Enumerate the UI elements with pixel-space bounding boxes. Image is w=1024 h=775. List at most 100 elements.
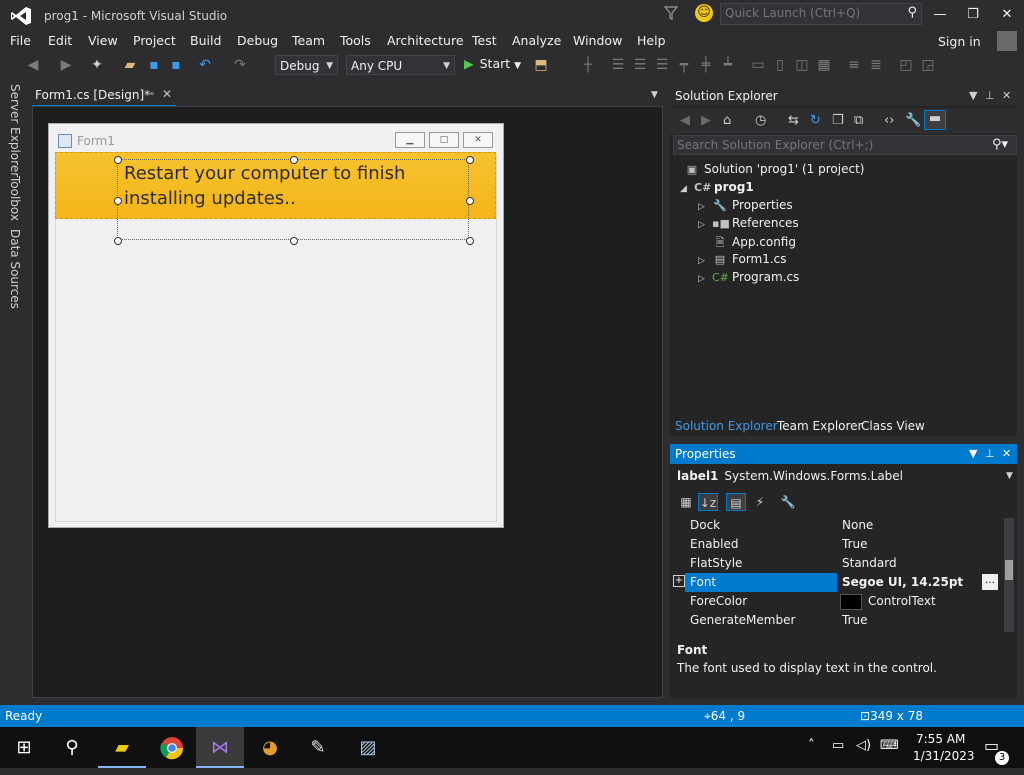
app-window-icon[interactable]: ▨ xyxy=(344,727,392,768)
property-pages-icon[interactable]: 🔧 xyxy=(778,493,798,511)
resize-handle-e[interactable] xyxy=(466,197,474,205)
property-row-enabled[interactable]: Enabled True xyxy=(670,535,1000,554)
align-lefts-icon[interactable]: ☰ xyxy=(610,57,626,73)
quick-launch-box[interactable]: ⚲ xyxy=(720,3,922,25)
close-icon[interactable]: ✕ xyxy=(1002,447,1011,460)
solution-explorer-search[interactable]: ⚲▾ xyxy=(673,135,1017,155)
sign-in-link[interactable]: Sign in xyxy=(938,34,981,49)
size-to-grid-icon[interactable]: ▦ xyxy=(816,57,832,73)
tab-dropdown-icon[interactable]: ▼ xyxy=(651,90,658,100)
file-explorer-icon[interactable]: ▰ xyxy=(98,727,146,768)
property-value[interactable]: True xyxy=(842,613,868,627)
search-icon[interactable]: ⚲ xyxy=(48,727,96,768)
show-hidden-icons-icon[interactable]: ˄ xyxy=(808,738,815,753)
properties-view-icon[interactable]: ▤ xyxy=(726,493,746,511)
menu-edit[interactable]: Edit xyxy=(48,33,72,48)
ellipsis-button[interactable]: … xyxy=(982,574,998,590)
feedback-smiley-icon[interactable]: ☺ xyxy=(695,4,713,22)
server-explorer-tab[interactable]: Server Explorer xyxy=(8,84,22,177)
alphabetical-icon[interactable]: ↓z xyxy=(698,493,718,511)
property-row-dock[interactable]: Dock None xyxy=(670,516,1000,535)
panel-dropdown-icon[interactable]: ▼ xyxy=(969,447,977,460)
same-height-icon[interactable]: ▯ xyxy=(772,57,788,73)
search-icon[interactable]: ⚲▾ xyxy=(992,137,1008,152)
windows-start-icon[interactable]: ⊞ xyxy=(0,727,48,768)
resize-handle-ne[interactable] xyxy=(466,156,474,164)
menu-test[interactable]: Test xyxy=(472,33,497,48)
back-icon[interactable]: ◀ xyxy=(680,113,690,128)
data-sources-tab[interactable]: Data Sources xyxy=(8,229,22,309)
new-project-icon[interactable]: ✦ xyxy=(89,57,105,73)
resize-handle-se[interactable] xyxy=(466,237,474,245)
quick-launch-input[interactable] xyxy=(721,4,904,22)
undo-icon[interactable]: ↶ xyxy=(197,57,213,73)
show-all-files-icon[interactable]: ⧉ xyxy=(854,113,863,128)
navigate-forward-icon[interactable]: ▶ xyxy=(58,57,74,73)
property-value[interactable]: True xyxy=(842,537,868,551)
menu-build[interactable]: Build xyxy=(190,33,221,48)
property-value[interactable]: Segoe UI, 14.25pt xyxy=(842,575,963,589)
menu-file[interactable]: File xyxy=(10,33,31,48)
expand-arrow-icon[interactable]: ▷ xyxy=(698,220,712,230)
resize-handle-w[interactable] xyxy=(114,197,122,205)
panel-dropdown-icon[interactable]: ▼ xyxy=(969,89,977,102)
tab-team-explorer[interactable]: Team Explorer xyxy=(777,419,863,433)
app-swirl-icon[interactable]: ◕ xyxy=(246,727,294,768)
resize-handle-sw[interactable] xyxy=(114,237,122,245)
pin-icon[interactable]: ⊥ xyxy=(985,447,995,460)
expand-arrow-icon[interactable]: ▷ xyxy=(698,274,712,284)
clock-date[interactable]: 1/31/2023 xyxy=(913,749,975,763)
expand-arrow-icon[interactable]: ▷ xyxy=(698,202,712,212)
same-size-icon[interactable]: ◫ xyxy=(794,57,810,73)
forward-icon[interactable]: ▶ xyxy=(701,113,711,128)
horizontal-spacing-icon[interactable]: ≡ xyxy=(846,57,862,73)
collapse-arrow-icon[interactable]: ◢ xyxy=(680,184,694,194)
sync-with-document-icon[interactable]: ⇆ xyxy=(788,113,799,128)
solution-search-input[interactable] xyxy=(674,136,980,154)
tab-form1-design[interactable]: Form1.cs [Design]* ⊸ ✕ xyxy=(32,86,176,107)
home-icon[interactable]: ⌂ xyxy=(723,113,731,128)
toolbox-tab[interactable]: Toolbox xyxy=(8,176,22,221)
bring-to-front-icon[interactable]: ◰ xyxy=(898,57,914,73)
clock-time[interactable]: 7:55 AM xyxy=(916,732,965,746)
send-to-back-icon[interactable]: ◲ xyxy=(920,57,936,73)
minimize-button[interactable]: — xyxy=(928,5,952,25)
tree-item-properties[interactable]: ▷ 🔧 Properties xyxy=(698,198,793,216)
paint-icon[interactable]: ✎ xyxy=(294,727,342,768)
align-middles-icon[interactable]: ╪ xyxy=(698,57,714,73)
open-file-icon[interactable]: ▰ xyxy=(122,57,138,73)
menu-window[interactable]: Window xyxy=(573,33,622,48)
start-debugging-button[interactable]: ▶ Start ▼ xyxy=(464,56,521,71)
solution-configuration-dropdown[interactable]: Debug ▼ xyxy=(275,55,338,75)
menu-tools[interactable]: Tools xyxy=(340,33,371,48)
restore-button[interactable]: ❐ xyxy=(961,5,985,25)
user-account-icon[interactable] xyxy=(997,31,1017,51)
same-width-icon[interactable]: ▭ xyxy=(750,57,766,73)
property-value[interactable]: ControlText xyxy=(868,594,936,608)
refresh-icon[interactable]: ↻ xyxy=(810,113,821,128)
tree-item-project[interactable]: ◢ C# prog1 xyxy=(680,180,754,198)
close-icon[interactable]: ✕ xyxy=(1002,89,1011,102)
menu-architecture[interactable]: Architecture xyxy=(387,33,464,48)
tree-item-program[interactable]: ▷ C# Program.cs xyxy=(698,270,799,288)
keyboard-icon[interactable]: ⌨ xyxy=(880,738,899,753)
pending-changes-filter-icon[interactable]: ◷ xyxy=(755,113,766,128)
save-all-icon[interactable]: ▪ xyxy=(168,57,184,73)
menu-project[interactable]: Project xyxy=(133,33,176,48)
resize-handle-s[interactable] xyxy=(290,237,298,245)
tab-class-view[interactable]: Class View xyxy=(861,419,925,433)
preview-selected-items-icon[interactable]: ▬ xyxy=(924,110,946,130)
menu-help[interactable]: Help xyxy=(637,33,666,48)
collapse-all-icon[interactable]: ❐ xyxy=(832,113,844,128)
visual-studio-icon[interactable]: ⋈ xyxy=(196,727,244,768)
close-icon[interactable]: ✕ xyxy=(162,87,172,101)
align-rights-icon[interactable]: ☰ xyxy=(654,57,670,73)
filter-icon[interactable] xyxy=(664,5,678,21)
network-icon[interactable]: ▭ xyxy=(832,738,844,753)
align-tops-icon[interactable]: ┯ xyxy=(676,57,692,73)
menu-debug[interactable]: Debug xyxy=(237,33,278,48)
tree-item-references[interactable]: ▷ ▪■ References xyxy=(698,216,799,234)
property-value[interactable]: None xyxy=(842,518,873,532)
menu-team[interactable]: Team xyxy=(292,33,325,48)
redo-icon[interactable]: ↷ xyxy=(232,57,248,73)
